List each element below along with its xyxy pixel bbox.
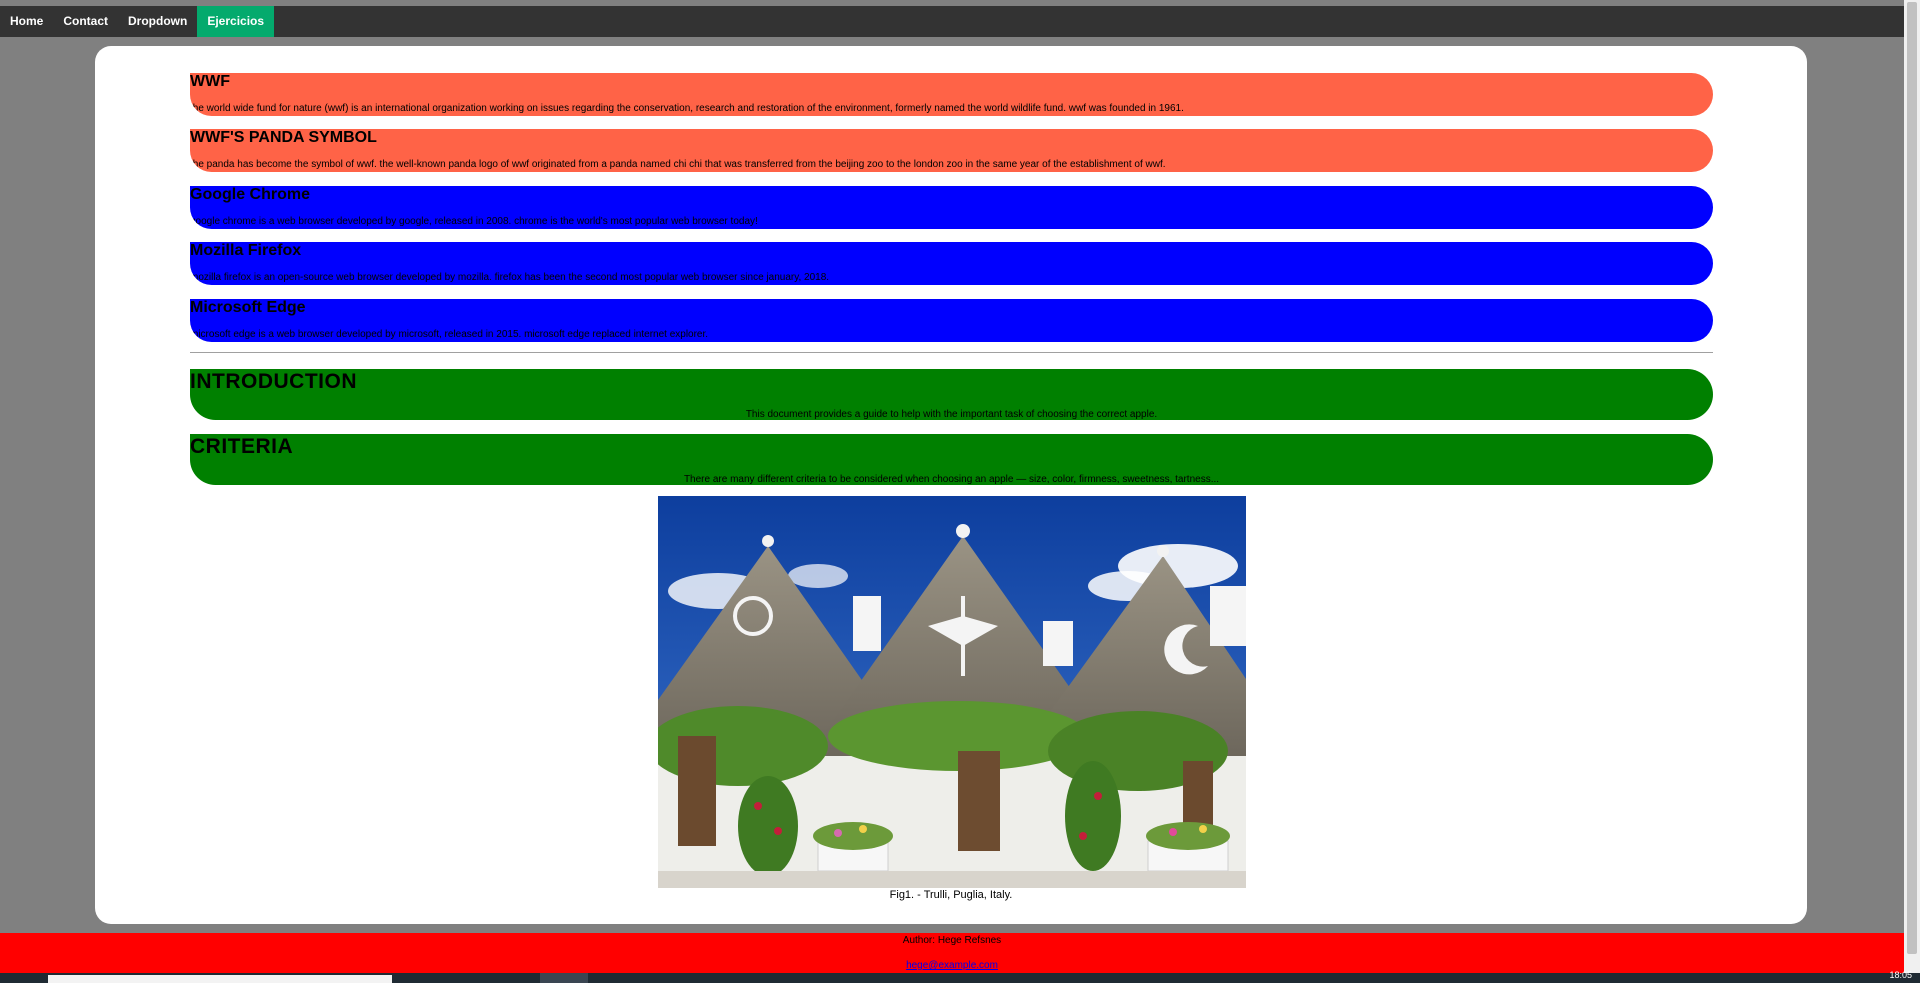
card-wwf-panda: WWF'S PANDA SYMBOL the panda has become …: [190, 129, 1713, 172]
horizontal-rule: [190, 352, 1713, 353]
card-edge: Microsoft Edge microsoft edge is a web b…: [190, 299, 1713, 342]
section-criteria: CRITERIA There are many different criter…: [190, 434, 1713, 485]
vertical-scrollbar[interactable]: [1904, 0, 1920, 973]
page-footer: Author: Hege Refsnes hege@example.com: [0, 933, 1904, 973]
footer-author: Author: Hege Refsnes: [902, 935, 1002, 946]
section-title: CRITERIA: [190, 435, 294, 458]
card-wwf: WWF the world wide fund for nature (wwf)…: [190, 73, 1713, 116]
os-taskbar: 18:05: [0, 970, 1920, 983]
nav-home-link[interactable]: Home: [0, 6, 53, 37]
footer-email-link[interactable]: hege@example.com: [0, 960, 1904, 971]
scrollbar-thumb[interactable]: [1907, 2, 1917, 954]
card-title: Google Chrome: [190, 186, 311, 203]
card-title: WWF: [190, 73, 230, 90]
card-chrome: Google Chrome google chrome is a web bro…: [190, 186, 1713, 229]
taskbar-clock: 18:05: [1889, 970, 1912, 980]
section-text: This document provides a guide to help w…: [745, 409, 1158, 420]
card-text: the panda has become the symbol of wwf. …: [190, 159, 1166, 170]
card-title: WWF'S PANDA SYMBOL: [190, 129, 377, 146]
card-text: mozilla firefox is an open-source web br…: [190, 272, 830, 283]
nav-dropdown-link[interactable]: Dropdown: [118, 6, 197, 37]
section-text: There are many different criteria to be …: [683, 474, 1220, 485]
trulli-photo: [658, 496, 1246, 888]
taskbar-search-box[interactable]: [48, 975, 392, 983]
section-introduction: INTRODUCTION This document provides a gu…: [190, 369, 1713, 420]
card-firefox: Mozilla Firefox mozilla firefox is an op…: [190, 242, 1713, 285]
content-panel: WWF the world wide fund for nature (wwf)…: [95, 46, 1807, 924]
section-title: INTRODUCTION: [190, 370, 357, 393]
taskbar-app-button[interactable]: [540, 973, 588, 983]
card-text: google chrome is a web browser developed…: [190, 216, 758, 227]
nav-contact-link[interactable]: Contact: [53, 6, 118, 37]
nav-ejercicios-link[interactable]: Ejercicios: [197, 6, 275, 37]
card-title: Microsoft Edge: [190, 299, 306, 316]
card-title: Mozilla Firefox: [190, 242, 302, 259]
figure-caption: Fig1. - Trulli, Puglia, Italy.: [889, 889, 1013, 901]
card-text: microsoft edge is a web browser develope…: [190, 329, 709, 340]
top-navbar: Home Contact Dropdown Ejercicios: [0, 6, 1904, 37]
card-text: the world wide fund for nature (wwf) is …: [190, 103, 1184, 114]
